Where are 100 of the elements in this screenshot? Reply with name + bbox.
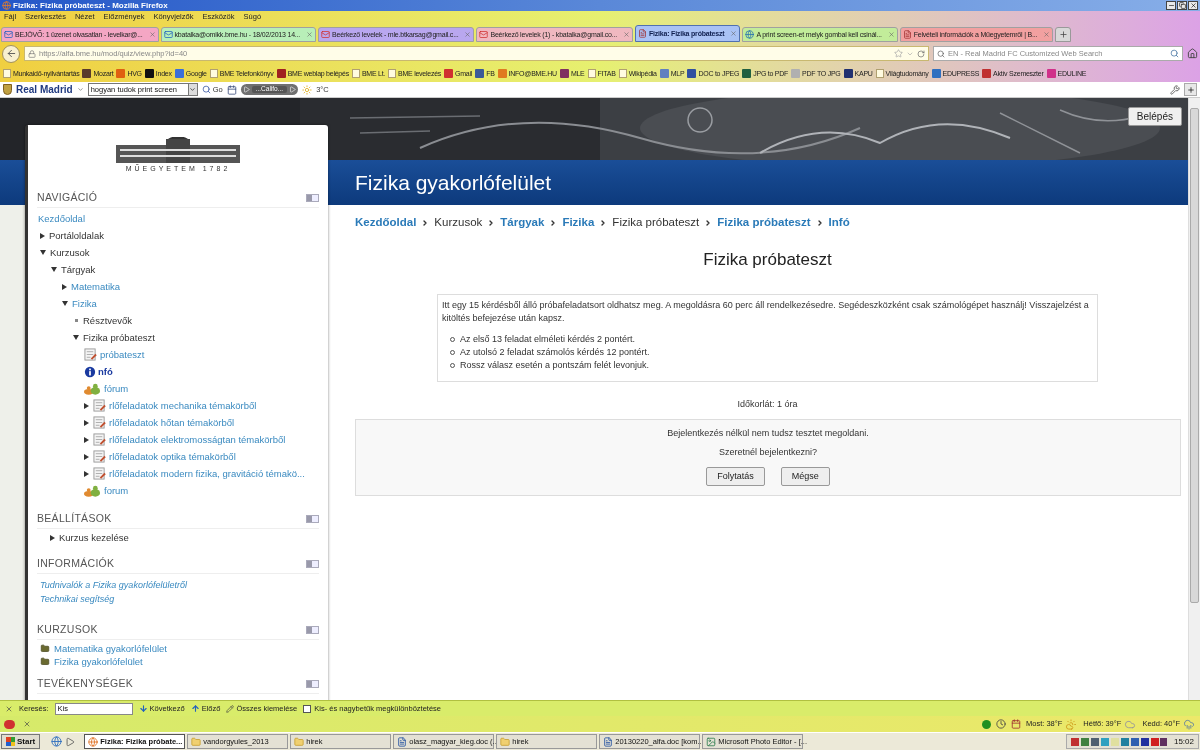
course-link[interactable]: Matematika gyakorlófelület (54, 643, 167, 654)
breadcrumb-link[interactable]: Infó (828, 217, 850, 229)
site-icon (843, 68, 853, 78)
close-icon[interactable] (5, 704, 13, 713)
toggle-arrow[interactable] (50, 534, 55, 541)
site-title: Fizika gyakorlófelület (355, 172, 552, 193)
back-button[interactable] (2, 44, 20, 63)
wrench-icon[interactable] (1170, 84, 1180, 95)
page-icon (587, 68, 596, 78)
document-icon (397, 736, 408, 747)
down-arrow-icon (138, 704, 148, 713)
tree-item[interactable]: Kurzus kezelése (59, 532, 129, 543)
tree-item[interactable]: próbateszt (100, 349, 145, 360)
breadcrumb-item: Fizika próbateszt (612, 217, 700, 229)
breadcrumb-link[interactable]: Fizika (562, 217, 595, 229)
tree-item[interactable]: rlőfeladatok mechanika témakörből (109, 400, 257, 411)
search-engine-icon[interactable] (937, 49, 945, 58)
toggle-arrow[interactable] (62, 283, 67, 290)
tree-item[interactable]: Portáloldalak (49, 230, 104, 241)
breadcrumb-link[interactable]: Kezdőoldal (355, 217, 417, 229)
dock-icon[interactable] (306, 625, 319, 634)
tree-item[interactable]: Matematika (71, 281, 121, 292)
tree-item[interactable]: rlőfeladatok optika témakörből (109, 451, 236, 462)
browser-icon[interactable] (51, 736, 63, 747)
quiz-icon (93, 467, 106, 480)
caret-icon[interactable] (76, 86, 84, 93)
toggle-arrow[interactable] (40, 232, 45, 239)
rain-cloud-icon (1182, 718, 1196, 730)
tree-item[interactable]: Fizika (72, 298, 97, 309)
course-link[interactable]: Fizika gyakorlófelület (54, 656, 143, 667)
page-icon (351, 68, 360, 78)
toggle-arrow[interactable] (62, 301, 68, 306)
dock-icon[interactable] (306, 559, 319, 568)
dock-icon[interactable] (306, 193, 319, 202)
toggle-arrow[interactable] (51, 267, 57, 272)
close-icon[interactable] (306, 31, 314, 38)
new-tab-button[interactable] (1055, 27, 1072, 42)
breadcrumb-link[interactable]: Fizika próbateszt (717, 217, 811, 229)
bullet (75, 319, 78, 322)
dock-icon[interactable] (306, 679, 319, 688)
breadcrumb-link[interactable]: Tárgyak (500, 217, 545, 229)
checkbox[interactable] (303, 704, 312, 713)
info-link[interactable]: Tudnivalók a Fizika gyakorlófelületről (40, 580, 187, 590)
toggle-arrow[interactable] (40, 250, 46, 255)
calendar-icon[interactable] (226, 84, 237, 95)
site-icon (931, 68, 941, 78)
dialog-button[interactable]: Mégse (780, 467, 830, 486)
login-message: Bejelentkezés nélkül nem tudsz tesztet megoldani. (667, 429, 869, 438)
page-icon (902, 30, 912, 39)
cloud-icon (1123, 718, 1138, 730)
site-icon (742, 68, 752, 78)
home-icon[interactable] (1187, 48, 1198, 59)
tree-item[interactable]: rlőfeladatok hőtan témakörből (109, 417, 235, 428)
tree-item[interactable]: rlőfeladatok modern fizika, gravitáció témakö... (109, 468, 305, 479)
tree-item[interactable]: Fizika próbateszt (83, 332, 155, 343)
site-icon (687, 68, 697, 78)
tree-item[interactable]: fórum (104, 383, 129, 394)
site-icon (559, 68, 569, 78)
close-icon[interactable] (622, 31, 630, 38)
close-icon[interactable] (887, 31, 895, 38)
close-icon[interactable] (23, 720, 31, 728)
tree-item[interactable]: forum (104, 485, 129, 496)
site-icon (444, 68, 454, 78)
dock-icon[interactable] (306, 514, 319, 523)
people-icon (84, 484, 101, 497)
add-button[interactable] (1184, 83, 1197, 96)
block-title: BEÁLLÍTÁSOK (37, 513, 112, 524)
tree-item[interactable]: Kurzusok (50, 247, 90, 258)
start-button[interactable]: Start (1, 734, 41, 749)
login-button[interactable]: Belépés (1127, 107, 1182, 126)
clock-time: 15:02 (1173, 737, 1194, 746)
maximize-button[interactable] (1177, 1, 1187, 10)
dialog-button[interactable]: Folytatás (706, 467, 765, 486)
search-icon (201, 85, 211, 94)
info-link[interactable]: Technikai segítség (40, 594, 115, 604)
play-icon (242, 86, 250, 93)
search-icon[interactable] (1170, 49, 1179, 58)
document-icon (603, 736, 614, 747)
tree-item[interactable]: rlőfeladatok elektromosságtan témakörből (109, 434, 286, 445)
site-icon (174, 68, 184, 78)
media-icon[interactable] (65, 736, 76, 747)
time-limit: Időkorlát: 1 óra (737, 400, 798, 409)
block-title: KURZUSOK (37, 624, 98, 635)
close-icon[interactable] (148, 31, 156, 38)
site-icon (116, 68, 126, 78)
tree-item[interactable]: Tárgyak (61, 264, 96, 275)
photo-icon (706, 736, 717, 747)
tree-item[interactable]: nfó (98, 366, 113, 377)
clock-icon (996, 719, 1006, 729)
tree-item[interactable]: Kezdőoldal (38, 213, 85, 224)
close-icon[interactable] (730, 30, 738, 37)
star-icon[interactable] (894, 49, 903, 58)
rule-text: Rossz válasz esetén a pontszám felét levonjuk. (460, 359, 650, 371)
tree-item[interactable]: Résztvevők (83, 315, 133, 326)
reload-icon[interactable] (917, 49, 925, 58)
toggle-arrow[interactable] (73, 335, 79, 340)
minimize-button[interactable] (1166, 1, 1176, 10)
globe-icon (745, 30, 755, 39)
scrollbar[interactable] (1188, 98, 1200, 700)
close-button[interactable] (1188, 1, 1198, 10)
